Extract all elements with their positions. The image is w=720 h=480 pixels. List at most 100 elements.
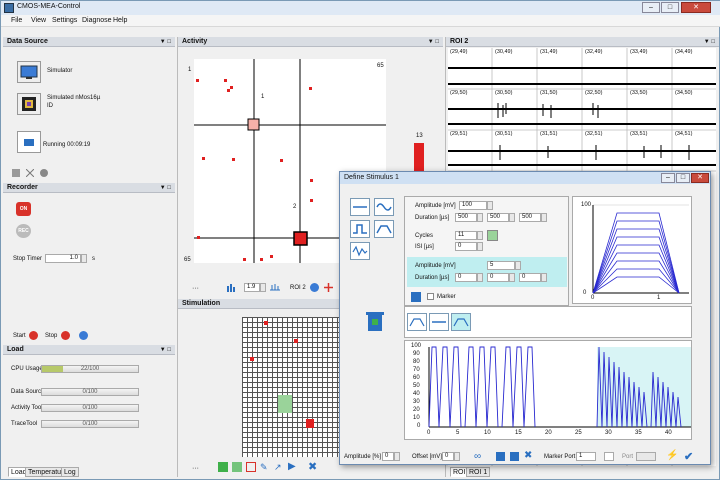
duration2-input-3[interactable]: 0 xyxy=(519,273,541,282)
delete-icon[interactable]: ✖ xyxy=(308,462,318,473)
running-icon[interactable] xyxy=(17,131,41,153)
cycles-input[interactable]: 11 xyxy=(455,231,477,240)
isi-spinner[interactable] xyxy=(477,242,483,251)
offset-input[interactable]: 0 xyxy=(442,452,454,461)
stimulation-grid[interactable] xyxy=(242,317,342,457)
chip-icon[interactable] xyxy=(17,93,41,115)
offset-amplitude-input[interactable]: 0 xyxy=(382,452,394,461)
gear-icon[interactable] xyxy=(40,169,48,177)
stop-timer-spinner[interactable] xyxy=(81,254,87,263)
duration-spinner-2[interactable] xyxy=(509,213,515,222)
simulator-icon[interactable] xyxy=(17,61,41,83)
grid-select-icon[interactable] xyxy=(218,462,228,472)
start-icon[interactable] xyxy=(29,331,38,340)
threshold-icon[interactable] xyxy=(270,283,280,292)
offset-amplitude-spinner[interactable] xyxy=(394,452,400,461)
apply-lightning-icon[interactable]: ⚡ xyxy=(666,450,678,461)
duration2-input-1[interactable]: 0 xyxy=(455,273,477,282)
marker-checkbox[interactable] xyxy=(427,293,434,300)
menu-settings[interactable]: Settings xyxy=(52,17,77,24)
rec-button[interactable]: REC xyxy=(16,224,31,238)
amplitude2-input[interactable]: 5 xyxy=(487,261,515,270)
wave-sine-button[interactable] xyxy=(374,198,394,216)
amplitude2-spinner[interactable] xyxy=(515,261,521,270)
menu-help[interactable]: Help xyxy=(113,17,127,24)
marker-port-select[interactable]: 1 xyxy=(576,452,596,461)
offset-spinner[interactable] xyxy=(454,452,460,461)
zoom-spinner[interactable] xyxy=(260,283,266,292)
link-toggle-icon[interactable] xyxy=(487,230,498,241)
segment-2-button[interactable] xyxy=(429,313,449,331)
recorder-header: Recorder ▼ □ xyxy=(3,183,175,193)
duration2-input-2[interactable]: 0 xyxy=(487,273,509,282)
tab-log[interactable]: Log xyxy=(61,467,79,477)
isi-input[interactable]: 0 xyxy=(455,242,477,251)
trash-icon[interactable] xyxy=(366,310,384,332)
roi-cell-label: (31,49) xyxy=(540,49,558,55)
more-button[interactable]: ··· xyxy=(192,465,199,472)
menu-file[interactable]: File xyxy=(11,17,22,24)
params-box: Amplitude [mV] 100 Duration [µs] 500 500… xyxy=(404,196,569,306)
roi-add-icon[interactable] xyxy=(324,283,333,292)
cycles-spinner[interactable] xyxy=(477,231,483,240)
dialog-maximize-button[interactable]: □ xyxy=(676,173,690,183)
menu-diagnose[interactable]: Diagnose xyxy=(82,17,112,24)
segment-1-button[interactable] xyxy=(407,313,427,331)
save-icon[interactable] xyxy=(411,292,421,302)
ok-check-icon[interactable]: ✔ xyxy=(684,450,693,463)
grid-icon[interactable] xyxy=(12,169,20,177)
wave-square-button[interactable] xyxy=(350,220,370,238)
brush-icon[interactable]: ✎ xyxy=(260,462,270,472)
duration2-spinner-2[interactable] xyxy=(509,273,515,282)
edit-icon[interactable] xyxy=(496,452,505,461)
roi-settings-icon[interactable] xyxy=(310,283,319,292)
tab-roi-1[interactable]: ROI 1 xyxy=(466,467,491,477)
settings-gear-icon[interactable] xyxy=(79,331,88,340)
histogram-icon[interactable] xyxy=(226,282,236,292)
maximize-button[interactable]: □ xyxy=(661,2,679,13)
dialog-title: Define Stimulus 1 xyxy=(344,174,399,181)
dialog-minimize-button[interactable]: – xyxy=(661,173,675,183)
on-button[interactable]: ON xyxy=(16,202,31,216)
minimize-button[interactable]: – xyxy=(642,2,660,13)
arrow-icon[interactable]: ↗ xyxy=(274,462,284,472)
data-source-panel: Data Source ▼ □ Simulator Simulated nMos1… xyxy=(3,37,175,183)
more-button[interactable]: ··· xyxy=(192,285,199,292)
duration-label: Duration [µs] xyxy=(415,215,450,221)
amplitude-spinner[interactable] xyxy=(487,201,493,210)
stimulation-selection xyxy=(278,395,292,413)
duration2-spinner-3[interactable] xyxy=(541,273,547,282)
grid-all-icon[interactable] xyxy=(232,462,242,472)
zoom-input[interactable]: 1.9 xyxy=(244,283,260,292)
stop-timer-input[interactable]: 1.0 xyxy=(45,254,81,263)
wave-custom-button[interactable] xyxy=(350,242,370,260)
duration2-spinner-1[interactable] xyxy=(477,273,483,282)
clear-icon[interactable]: ✖ xyxy=(524,450,532,461)
segment-3-button[interactable] xyxy=(451,313,471,331)
amplitude-input[interactable]: 100 xyxy=(459,201,487,210)
duration-spinner-1[interactable] xyxy=(477,213,483,222)
roi-cell-label: (29,50) xyxy=(450,90,468,96)
grid-clear-icon[interactable] xyxy=(246,462,256,472)
stop-icon[interactable] xyxy=(61,331,70,340)
duration-spinner-3[interactable] xyxy=(541,213,547,222)
load-row-value: 0/100 xyxy=(82,389,98,395)
infinity-icon[interactable]: ∞ xyxy=(474,451,481,462)
duration-input-3[interactable]: 500 xyxy=(519,213,541,222)
menu-view[interactable]: View xyxy=(31,17,46,24)
port-select[interactable] xyxy=(636,452,656,461)
chart-ytick: 10 xyxy=(413,415,420,421)
expand-icon[interactable] xyxy=(25,168,35,178)
wave-flat-button[interactable] xyxy=(350,198,370,216)
dialog-close-button[interactable]: ✕ xyxy=(691,173,709,183)
close-button[interactable]: ✕ xyxy=(681,2,711,13)
chart-ytick: 20 xyxy=(413,407,420,413)
wave-trapezoid-button[interactable] xyxy=(374,220,394,238)
port-icon[interactable] xyxy=(604,452,614,461)
roi-cell-label: (33,51) xyxy=(630,131,648,137)
duration-input-1[interactable]: 500 xyxy=(455,213,477,222)
play-icon[interactable]: ▶ xyxy=(288,462,298,472)
duration-input-2[interactable]: 500 xyxy=(487,213,509,222)
load-row-value: 0/100 xyxy=(82,405,98,411)
save-icon[interactable] xyxy=(510,452,519,461)
